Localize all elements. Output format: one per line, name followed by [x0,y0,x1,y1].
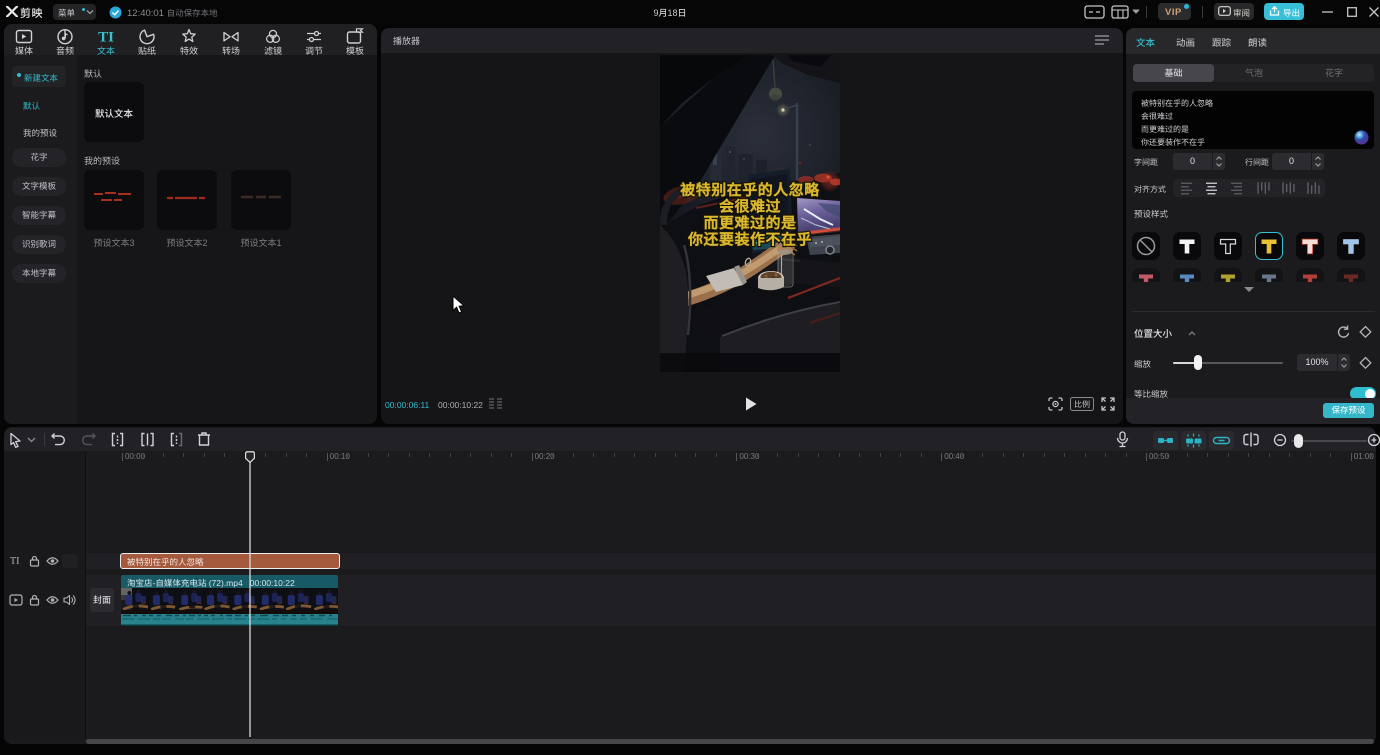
svg-text:你还要装作不在乎: 你还要装作不在乎 [687,231,812,249]
svg-text:会很难过: 会很难过 [718,198,782,216]
svg-text:TI: TI [98,30,114,46]
svg-text:而更难过的是: 而更难过的是 [703,214,797,232]
svg-text:被特别在乎的人忽略: 被特别在乎的人忽略 [679,181,820,199]
